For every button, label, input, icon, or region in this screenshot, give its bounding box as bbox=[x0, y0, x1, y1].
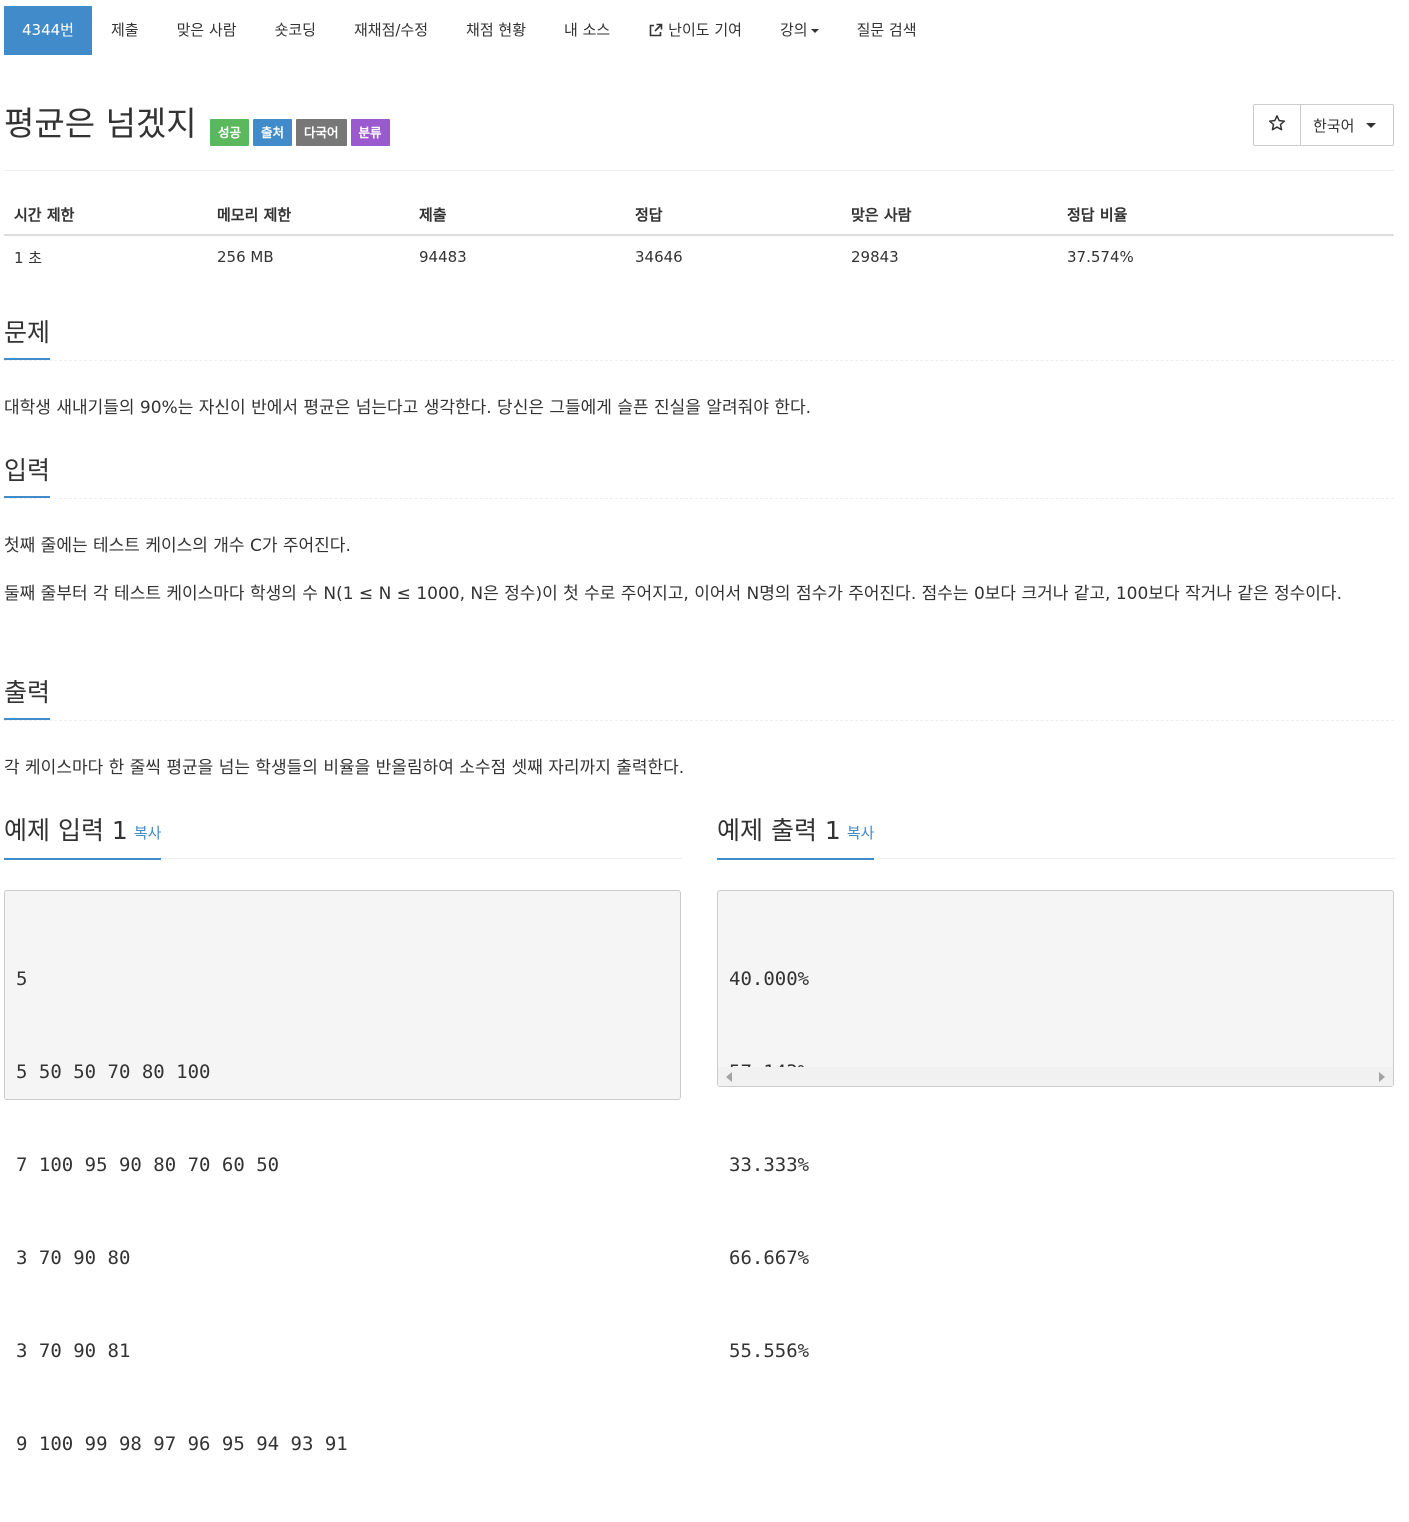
code-line: 9 100 99 98 97 96 95 94 93 91 bbox=[16, 1433, 348, 1455]
header-memory-limit: 메모리 제한 bbox=[207, 194, 409, 236]
section-header: 예제 입력 1 복사 bbox=[4, 813, 682, 860]
code-line: 3 70 90 80 bbox=[16, 1247, 131, 1269]
copy-sample-output-link[interactable]: 복사 bbox=[847, 824, 875, 842]
tab-label: 내 소스 bbox=[564, 21, 611, 39]
input-text-1: 첫째 줄에는 테스트 케이스의 개수 C가 주어진다. bbox=[4, 536, 351, 556]
tab-lectures-dropdown[interactable]: 강의 bbox=[761, 6, 838, 55]
tab-accepted-users[interactable]: 맞은 사람 bbox=[158, 6, 256, 55]
tab-label: 4344번 bbox=[22, 21, 74, 39]
tab-difficulty-contribution[interactable]: 난이도 기여 bbox=[629, 6, 761, 55]
tab-label: 질문 검색 bbox=[856, 21, 917, 39]
problem-info-table: 시간 제한 메모리 제한 제출 정답 맞은 사람 정답 비율 1 초 256 M… bbox=[4, 194, 1394, 278]
code-line: 5 bbox=[16, 968, 28, 990]
code-line: 3 70 90 81 bbox=[16, 1340, 131, 1362]
scroll-left-arrow-icon[interactable] bbox=[726, 1072, 732, 1082]
language-dropdown[interactable]: 한국어 bbox=[1301, 105, 1393, 145]
sample-input-title: 예제 입력 1 복사 bbox=[4, 813, 162, 860]
tab-short-coding[interactable]: 숏코딩 bbox=[256, 6, 335, 55]
external-link-icon bbox=[648, 23, 663, 38]
tab-label: 재채점/수정 bbox=[353, 21, 429, 39]
tab-rejudge-edit[interactable]: 재채점/수정 bbox=[335, 6, 447, 55]
copy-sample-input-link[interactable]: 복사 bbox=[134, 824, 162, 842]
code-line: 66.667% bbox=[729, 1247, 810, 1269]
tab-label: 강의 bbox=[779, 21, 808, 39]
problem-actions: 한국어 bbox=[1253, 104, 1394, 146]
sample-title-text: 예제 입력 1 bbox=[4, 816, 128, 845]
sample-input-panel: 예제 입력 1 복사 5 5 50 50 70 80 100 7 100 95 9… bbox=[4, 813, 682, 1455]
caret-down-icon bbox=[810, 28, 819, 33]
header-solvers: 맞은 사람 bbox=[841, 194, 1057, 236]
tab-question-search[interactable]: 질문 검색 bbox=[838, 6, 936, 55]
horizontal-scrollbar[interactable] bbox=[718, 1067, 1393, 1086]
tab-submit[interactable]: 제출 bbox=[92, 6, 158, 55]
tab-my-source[interactable]: 내 소스 bbox=[545, 6, 629, 55]
favorite-button[interactable] bbox=[1254, 105, 1301, 145]
sample-output-title: 예제 출력 1 복사 bbox=[717, 813, 875, 860]
sample-title-text: 예제 출력 1 bbox=[717, 816, 841, 845]
code-line: 40.000% bbox=[729, 968, 810, 990]
output-section: 출력 각 케이스마다 한 줄씩 평균을 넘는 학생들의 비율을 반올림하여 소수… bbox=[4, 676, 1394, 786]
header-submissions: 제출 bbox=[409, 194, 625, 236]
solvers-value: 29843 bbox=[851, 248, 899, 266]
tab-problem-number[interactable]: 4344번 bbox=[4, 6, 92, 55]
problem-nav-tabs: 4344번 제출 맞은 사람 숏코딩 재채점/수정 채점 현황 내 소스 난이도… bbox=[4, 6, 936, 55]
problem-title: 평균은 넘겠지 bbox=[4, 104, 197, 143]
section-title: 입력 bbox=[4, 454, 51, 498]
tab-label: 숏코딩 bbox=[274, 21, 316, 39]
problem-description-text: 대학생 새내기들의 90%는 자신이 반에서 평균은 넘는다고 생각한다. 당신… bbox=[4, 398, 812, 418]
memory-limit-value: 256 MB bbox=[217, 248, 274, 266]
header-accepted: 정답 bbox=[625, 194, 841, 236]
input-text-2: 둘째 줄부터 각 테스트 케이스마다 학생의 수 N(1 ≤ N ≤ 1000,… bbox=[4, 584, 1342, 604]
section-title: 출력 bbox=[4, 676, 51, 720]
output-description-text: 각 케이스마다 한 줄씩 평균을 넘는 학생들의 비율을 반올림하여 소수점 셋… bbox=[4, 758, 685, 778]
tab-label: 제출 bbox=[110, 21, 139, 39]
caret-down-icon bbox=[1366, 122, 1377, 128]
section-header: 예제 출력 1 복사 bbox=[717, 813, 1395, 860]
code-line: 7 100 95 90 80 70 60 50 bbox=[16, 1154, 280, 1176]
scroll-right-arrow-icon[interactable] bbox=[1379, 1072, 1385, 1082]
problem-labels: 성공 출처 다국어 분류 bbox=[210, 119, 390, 146]
label-category[interactable]: 분류 bbox=[350, 119, 390, 146]
section-header: 입력 bbox=[4, 454, 1394, 499]
label-source[interactable]: 출처 bbox=[253, 119, 293, 146]
code-line: 55.556% bbox=[729, 1340, 810, 1362]
time-limit-value: 1 초 bbox=[14, 248, 43, 267]
language-label: 한국어 bbox=[1313, 116, 1355, 135]
code-line: 5 50 50 70 80 100 bbox=[16, 1061, 211, 1083]
tab-label: 맞은 사람 bbox=[176, 21, 237, 39]
accept-ratio-value: 37.574% bbox=[1067, 248, 1134, 266]
problem-header: 평균은 넘겠지 성공 출처 다국어 분류 한국어 bbox=[4, 100, 1394, 171]
input-section: 입력 첫째 줄에는 테스트 케이스의 개수 C가 주어진다. 둘째 줄부터 각 … bbox=[4, 454, 1394, 612]
sample-output-panel: 예제 출력 1 복사 40.000% 57.143% 33.333% 66.667… bbox=[717, 813, 1395, 1362]
star-outline-icon bbox=[1268, 114, 1286, 137]
accepted-value: 34646 bbox=[635, 248, 683, 266]
table-header-row: 시간 제한 메모리 제한 제출 정답 맞은 사람 정답 비율 bbox=[4, 194, 1394, 236]
section-header: 문제 bbox=[4, 316, 1394, 361]
section-header: 출력 bbox=[4, 676, 1394, 721]
code-line: 33.333% bbox=[729, 1154, 810, 1176]
label-multilingual[interactable]: 다국어 bbox=[296, 119, 347, 146]
sample-input-code[interactable]: 5 5 50 50 70 80 100 7 100 95 90 80 70 60… bbox=[4, 890, 681, 1455]
sample-output-code[interactable]: 40.000% 57.143% 33.333% 66.667% 55.556% bbox=[717, 890, 1394, 1362]
problem-description-section: 문제 대학생 새내기들의 90%는 자신이 반에서 평균은 넘는다고 생각한다.… bbox=[4, 316, 1394, 426]
header-time-limit: 시간 제한 bbox=[4, 194, 207, 236]
tab-label: 난이도 기여 bbox=[668, 21, 742, 39]
header-accept-ratio: 정답 비율 bbox=[1057, 194, 1394, 236]
table-row: 1 초 256 MB 94483 34646 29843 37.574% bbox=[4, 235, 1394, 278]
label-success[interactable]: 성공 bbox=[210, 119, 250, 146]
tab-judge-status[interactable]: 채점 현황 bbox=[447, 6, 545, 55]
section-title: 문제 bbox=[4, 316, 51, 360]
tab-label: 채점 현황 bbox=[466, 21, 526, 39]
submissions-value: 94483 bbox=[419, 248, 467, 266]
